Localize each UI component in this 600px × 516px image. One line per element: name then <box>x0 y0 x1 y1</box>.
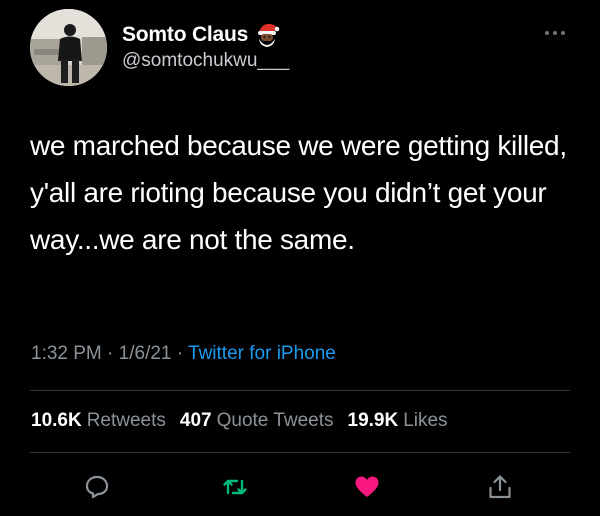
likes-stat[interactable]: 19.9K Likes <box>348 410 448 432</box>
share-icon <box>489 475 511 499</box>
retweets-label: Retweets <box>86 410 166 431</box>
user-handle[interactable]: @somtochukwu___ <box>122 50 289 72</box>
meta-separator: · <box>107 343 114 364</box>
retweet-button[interactable] <box>218 470 252 504</box>
quote-tweets-count: 407 <box>179 410 212 431</box>
heart-icon <box>355 476 379 497</box>
quote-tweets-stat[interactable]: 407 Quote Tweets <box>180 410 334 432</box>
tweet-text: we marched because we were getting kille… <box>30 130 567 255</box>
display-name[interactable]: Somto Claus <box>122 23 248 47</box>
divider <box>30 452 570 453</box>
tweet-card: Somto Claus @somtochukwu___ we marched b… <box>0 0 600 516</box>
retweets-stat[interactable]: 10.6K Retweets <box>31 410 166 432</box>
profile-photo-icon <box>30 9 107 86</box>
tweet-time[interactable]: 1:32 PM <box>31 343 102 364</box>
like-button[interactable] <box>350 470 384 504</box>
more-options-icon[interactable] <box>545 26 569 40</box>
reply-icon <box>85 475 109 499</box>
tweet-date[interactable]: 1/6/21 <box>119 343 172 364</box>
retweets-count: 10.6K <box>31 410 82 431</box>
avatar[interactable] <box>30 9 107 86</box>
meta-separator: · <box>176 343 184 364</box>
likes-label: Likes <box>403 410 448 431</box>
santa-emoji-icon <box>258 23 280 47</box>
quote-tweets-label: Quote Tweets <box>216 410 334 431</box>
tweet-meta: 1:32 PM · 1/6/21 · Twitter for iPhone <box>31 343 336 365</box>
tweet-source[interactable]: Twitter for iPhone <box>188 343 336 364</box>
retweet-icon <box>223 479 247 495</box>
likes-count: 19.9K <box>347 410 399 431</box>
share-button[interactable] <box>483 470 517 504</box>
tweet-stats: 10.6K Retweets 407 Quote Tweets 19.9K Likes <box>31 410 448 432</box>
display-name-row: Somto Claus <box>122 20 280 50</box>
reply-button[interactable] <box>80 470 114 504</box>
divider <box>30 390 570 391</box>
